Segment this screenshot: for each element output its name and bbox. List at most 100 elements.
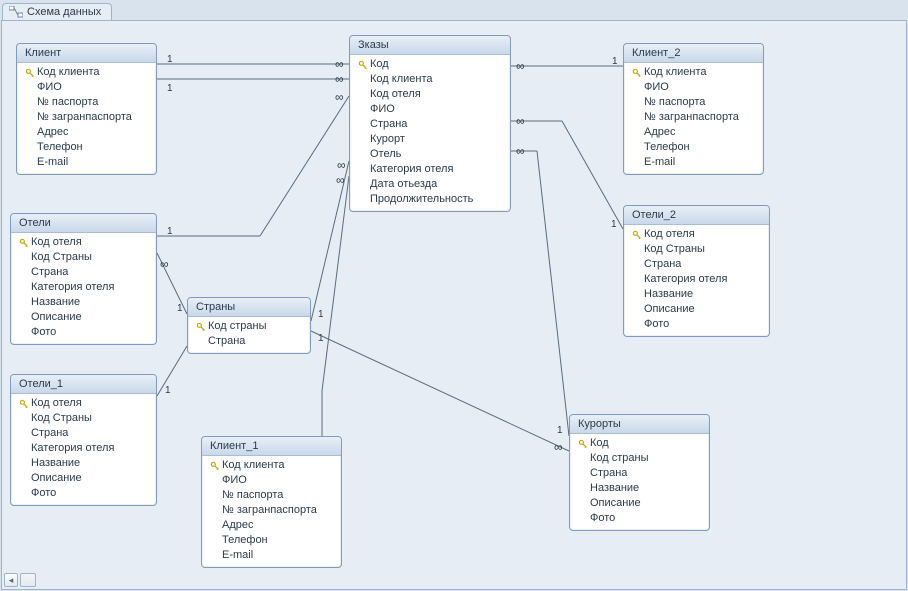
field-row[interactable]: Название [624, 287, 769, 302]
field-label: Фото [31, 486, 56, 501]
field-row[interactable]: ФИО [202, 473, 341, 488]
field-row[interactable]: Код отеля [11, 235, 156, 250]
field-row[interactable]: ФИО [350, 102, 510, 117]
field-row[interactable]: E-mail [17, 155, 156, 170]
svg-text:1: 1 [167, 54, 173, 65]
field-label: Код отеля [644, 227, 695, 242]
field-row[interactable]: Описание [570, 496, 709, 511]
field-row[interactable]: № паспорта [17, 95, 156, 110]
table-title[interactable]: Клиент [17, 44, 156, 63]
table-kurorty[interactable]: Курорты КодКод страныСтранаНазваниеОписа… [569, 414, 710, 531]
svg-text:1: 1 [557, 425, 563, 436]
field-row[interactable]: Код Страны [11, 411, 156, 426]
field-row[interactable]: Код клиента [624, 65, 763, 80]
field-row[interactable]: Код клиента [17, 65, 156, 80]
table-title[interactable]: Отели_1 [11, 375, 156, 394]
field-row[interactable]: Телефон [202, 533, 341, 548]
relationship-canvas[interactable]: 1∞ 1∞ 1∞ ∞1 1 1∞ 1∞ 1∞ ∞1 ∞1 ∞1 Клиент [1, 20, 907, 590]
field-row[interactable]: № паспорта [202, 488, 341, 503]
field-row[interactable]: Описание [624, 302, 769, 317]
field-row[interactable]: № загранпаспорта [17, 110, 156, 125]
field-row[interactable]: Категория отеля [11, 441, 156, 456]
field-row[interactable]: № паспорта [624, 95, 763, 110]
field-row[interactable]: Отель [350, 147, 510, 162]
table-title[interactable]: Клиент_2 [624, 44, 763, 63]
field-row[interactable]: Страна [11, 265, 156, 280]
field-row[interactable]: Телефон [624, 140, 763, 155]
table-title[interactable]: Клиент_1 [202, 437, 341, 456]
field-row[interactable]: Продолжительность [350, 192, 510, 207]
field-label: № паспорта [222, 488, 283, 503]
field-row[interactable]: Фото [11, 486, 156, 501]
field-row[interactable]: Страна [624, 257, 769, 272]
field-row[interactable]: Название [11, 295, 156, 310]
field-row[interactable]: Код страны [570, 451, 709, 466]
field-label: Дата отьезда [370, 177, 437, 192]
scroll-left-button[interactable]: ◂ [4, 573, 18, 587]
field-row[interactable]: Код Страны [624, 242, 769, 257]
field-row[interactable]: ФИО [624, 80, 763, 95]
table-title[interactable]: Зказы [350, 36, 510, 55]
field-row[interactable]: E-mail [624, 155, 763, 170]
field-row[interactable]: Фото [11, 325, 156, 340]
field-row[interactable]: Фото [570, 511, 709, 526]
table-title[interactable]: Страны [188, 298, 310, 317]
field-row[interactable]: Категория отеля [350, 162, 510, 177]
field-row[interactable]: Код [350, 57, 510, 72]
field-row[interactable]: Категория отеля [624, 272, 769, 287]
tab-schema[interactable]: Схема данных [2, 3, 112, 20]
table-strany[interactable]: Страны Код страныСтрана [187, 297, 311, 354]
field-label: Название [590, 481, 639, 496]
field-row[interactable]: Описание [11, 310, 156, 325]
field-row[interactable]: Адрес [202, 518, 341, 533]
field-row[interactable]: Адрес [17, 125, 156, 140]
field-label: Код страны [208, 319, 267, 334]
table-title[interactable]: Курорты [570, 415, 709, 434]
field-row[interactable]: Курорт [350, 132, 510, 147]
primary-key-icon [356, 60, 370, 70]
table-klient2[interactable]: Клиент_2 Код клиентаФИО№ паспорта№ загра… [623, 43, 764, 175]
field-row[interactable]: Код отеля [350, 87, 510, 102]
svg-text:1: 1 [167, 226, 173, 237]
field-label: Адрес [644, 125, 676, 140]
field-row[interactable]: Страна [350, 117, 510, 132]
field-row[interactable]: Код отеля [624, 227, 769, 242]
field-label: Категория отеля [370, 162, 453, 177]
field-row[interactable]: Страна [11, 426, 156, 441]
table-klient1[interactable]: Клиент_1 Код клиентаФИО№ паспорта№ загра… [201, 436, 342, 568]
field-label: Код Страны [31, 250, 92, 265]
scroll-track[interactable] [20, 573, 36, 587]
field-row[interactable]: Код отеля [11, 396, 156, 411]
table-zakazy[interactable]: Зказы КодКод клиентаКод отеляФИОСтранаКу… [349, 35, 511, 212]
field-row[interactable]: Название [570, 481, 709, 496]
table-title[interactable]: Отели [11, 214, 156, 233]
table-oteli2[interactable]: Отели_2 Код отеляКод СтраныСтранаКатегор… [623, 205, 770, 337]
field-row[interactable]: Описание [11, 471, 156, 486]
field-row[interactable]: Страна [188, 334, 310, 349]
field-row[interactable]: Код Страны [11, 250, 156, 265]
field-row[interactable]: Категория отеля [11, 280, 156, 295]
field-row[interactable]: Код [570, 436, 709, 451]
table-klient[interactable]: Клиент Код клиентаФИО№ паспорта№ загранп… [16, 43, 157, 175]
horizontal-scrollbar[interactable]: ◂ [4, 573, 36, 587]
field-row[interactable]: Фото [624, 317, 769, 332]
field-row[interactable]: № загранпаспорта [624, 110, 763, 125]
field-row[interactable]: Телефон [17, 140, 156, 155]
field-label: Код [590, 436, 609, 451]
field-row[interactable]: Код клиента [202, 458, 341, 473]
svg-text:∞: ∞ [516, 59, 525, 73]
field-label: Категория отеля [644, 272, 727, 287]
field-row[interactable]: Дата отьезда [350, 177, 510, 192]
field-row[interactable]: № загранпаспорта [202, 503, 341, 518]
field-row[interactable]: Страна [570, 466, 709, 481]
field-row[interactable]: Адрес [624, 125, 763, 140]
field-row[interactable]: Название [11, 456, 156, 471]
field-row[interactable]: E-mail [202, 548, 341, 563]
field-row[interactable]: ФИО [17, 80, 156, 95]
field-label: Категория отеля [31, 441, 114, 456]
field-row[interactable]: Код страны [188, 319, 310, 334]
table-oteli[interactable]: Отели Код отеляКод СтраныСтранаКатегория… [10, 213, 157, 345]
table-title[interactable]: Отели_2 [624, 206, 769, 225]
field-row[interactable]: Код клиента [350, 72, 510, 87]
table-oteli1[interactable]: Отели_1 Код отеляКод СтраныСтранаКатегор… [10, 374, 157, 506]
